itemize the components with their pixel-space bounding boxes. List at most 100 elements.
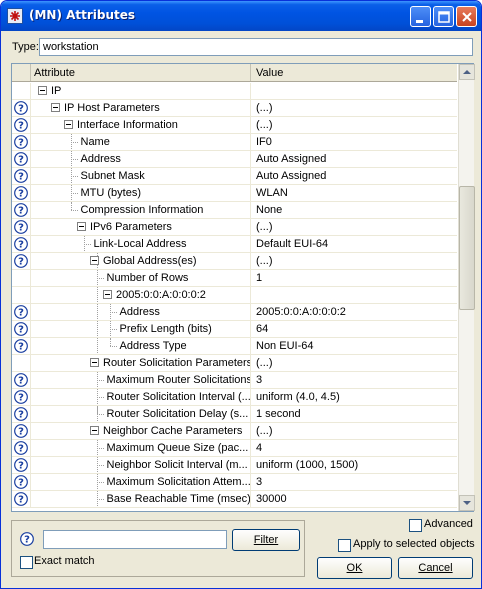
table-row[interactable]: ? Interface Information (...): [12, 117, 457, 134]
table-row[interactable]: Number of Rows 1: [12, 270, 457, 287]
help-icon[interactable]: ?: [14, 407, 28, 421]
value-cell[interactable]: uniform (4.0, 4.5): [252, 389, 457, 405]
help-icon[interactable]: ?: [20, 532, 34, 546]
table-row[interactable]: ? Maximum Queue Size (pac... 4: [12, 440, 457, 457]
apply-selected-checkbox[interactable]: [338, 539, 351, 552]
maximize-button[interactable]: [433, 6, 454, 27]
advanced-checkbox[interactable]: [409, 519, 422, 532]
value-cell[interactable]: IF0: [252, 134, 457, 150]
table-row[interactable]: ? Router Solicitation Interval (... unifor…: [12, 389, 457, 406]
table-row[interactable]: ? Global Address(es) (...): [12, 253, 457, 270]
value-cell[interactable]: (...): [252, 355, 457, 371]
help-icon[interactable]: ?: [14, 135, 28, 149]
value-column-header[interactable]: Value: [252, 64, 457, 81]
value-cell[interactable]: Non EUI-64: [252, 338, 457, 354]
table-row[interactable]: ? Neighbor Cache Parameters (...): [12, 423, 457, 440]
value-cell[interactable]: 64: [252, 321, 457, 337]
table-row[interactable]: ? IP Host Parameters (...): [12, 100, 457, 117]
value-cell[interactable]: uniform (1000, 1500): [252, 457, 457, 473]
value-cell[interactable]: Auto Assigned: [252, 168, 457, 184]
attribute-cell[interactable]: Neighbor Solicit Interval (m...: [32, 457, 251, 473]
advanced-label[interactable]: Advanced: [424, 518, 473, 530]
collapse-toggle-icon[interactable]: [77, 222, 86, 231]
help-icon[interactable]: ?: [14, 458, 28, 472]
attribute-cell[interactable]: MTU (bytes): [32, 185, 251, 201]
attribute-cell[interactable]: Address: [32, 304, 251, 320]
attribute-cell[interactable]: Name: [32, 134, 251, 150]
table-row[interactable]: ? Address Auto Assigned: [12, 151, 457, 168]
type-field[interactable]: workstation: [39, 38, 473, 56]
filter-button[interactable]: Filter: [232, 529, 300, 551]
value-cell[interactable]: 30000: [252, 491, 457, 507]
value-cell[interactable]: 2005:0:0:A:0:0:0:2: [252, 304, 457, 320]
attribute-cell[interactable]: Router Solicitation Interval (...: [32, 389, 251, 405]
scroll-up-button[interactable]: [459, 64, 475, 80]
value-cell[interactable]: [252, 83, 457, 99]
table-row[interactable]: 2005:0:0:A:0:0:0:2: [12, 287, 457, 304]
help-icon[interactable]: ?: [14, 169, 28, 183]
table-row[interactable]: ? Neighbor Solicit Interval (m... uniform …: [12, 457, 457, 474]
value-cell[interactable]: 1: [252, 270, 457, 286]
scroll-down-button[interactable]: [459, 495, 475, 511]
collapse-toggle-icon[interactable]: [64, 120, 73, 129]
collapse-toggle-icon[interactable]: [51, 103, 60, 112]
help-icon[interactable]: ?: [14, 305, 28, 319]
attribute-cell[interactable]: Address: [32, 151, 251, 167]
attribute-column-header[interactable]: Attribute: [32, 64, 251, 81]
attribute-cell[interactable]: Interface Information: [32, 117, 251, 133]
collapse-toggle-icon[interactable]: [90, 426, 99, 435]
value-cell[interactable]: Default EUI-64: [252, 236, 457, 252]
apply-selected-label[interactable]: Apply to selected objects: [353, 538, 475, 550]
attribute-cell[interactable]: Prefix Length (bits): [32, 321, 251, 337]
value-cell[interactable]: 4: [252, 440, 457, 456]
minimize-button[interactable]: [410, 6, 431, 27]
table-row[interactable]: ? Address 2005:0:0:A:0:0:0:2: [12, 304, 457, 321]
attribute-cell[interactable]: Number of Rows: [32, 270, 251, 286]
help-icon[interactable]: ?: [14, 322, 28, 336]
collapse-toggle-icon[interactable]: [90, 358, 99, 367]
attribute-cell[interactable]: 2005:0:0:A:0:0:0:2: [32, 287, 251, 303]
value-cell[interactable]: (...): [252, 117, 457, 133]
table-row[interactable]: ? MTU (bytes) WLAN: [12, 185, 457, 202]
attribute-cell[interactable]: Router Solicitation Parameters: [32, 355, 251, 371]
table-row[interactable]: ? Name IF0: [12, 134, 457, 151]
exact-match-label[interactable]: Exact match: [34, 555, 95, 567]
attribute-cell[interactable]: Address Type: [32, 338, 251, 354]
attribute-cell[interactable]: IP: [32, 83, 251, 99]
table-row[interactable]: Router Solicitation Parameters (...): [12, 355, 457, 372]
table-row[interactable]: ? Link-Local Address Default EUI-64: [12, 236, 457, 253]
value-cell[interactable]: (...): [252, 423, 457, 439]
help-icon[interactable]: ?: [14, 237, 28, 251]
help-icon[interactable]: ?: [14, 118, 28, 132]
collapse-toggle-icon[interactable]: [90, 256, 99, 265]
value-cell[interactable]: (...): [252, 219, 457, 235]
vertical-scrollbar[interactable]: [458, 64, 475, 511]
value-cell[interactable]: 3: [252, 372, 457, 388]
help-icon[interactable]: ?: [14, 424, 28, 438]
attribute-cell[interactable]: IP Host Parameters: [32, 100, 251, 116]
help-icon[interactable]: ?: [14, 220, 28, 234]
ok-button[interactable]: OK: [317, 557, 392, 579]
attribute-cell[interactable]: Global Address(es): [32, 253, 251, 269]
table-row[interactable]: ? Maximum Solicitation Attem... 3: [12, 474, 457, 491]
help-icon[interactable]: ?: [14, 390, 28, 404]
help-icon[interactable]: ?: [14, 203, 28, 217]
table-row[interactable]: ? Router Solicitation Delay (s... 1 second: [12, 406, 457, 423]
filter-input[interactable]: [43, 530, 227, 549]
table-row[interactable]: ? Address Type Non EUI-64: [12, 338, 457, 355]
table-row[interactable]: ? Subnet Mask Auto Assigned: [12, 168, 457, 185]
table-row[interactable]: ? IPv6 Parameters (...): [12, 219, 457, 236]
help-icon[interactable]: ?: [14, 475, 28, 489]
value-cell[interactable]: 3: [252, 474, 457, 490]
help-icon[interactable]: ?: [14, 186, 28, 200]
attribute-cell[interactable]: Subnet Mask: [32, 168, 251, 184]
close-button[interactable]: [456, 6, 477, 27]
help-icon[interactable]: ?: [14, 152, 28, 166]
value-cell[interactable]: (...): [252, 253, 457, 269]
help-icon[interactable]: ?: [14, 254, 28, 268]
table-row[interactable]: ? Prefix Length (bits) 64: [12, 321, 457, 338]
collapse-toggle-icon[interactable]: [38, 86, 47, 95]
collapse-toggle-icon[interactable]: [103, 290, 112, 299]
table-row[interactable]: ? Base Reachable Time (msec) 30000: [12, 491, 457, 508]
attribute-cell[interactable]: Base Reachable Time (msec): [32, 491, 251, 507]
